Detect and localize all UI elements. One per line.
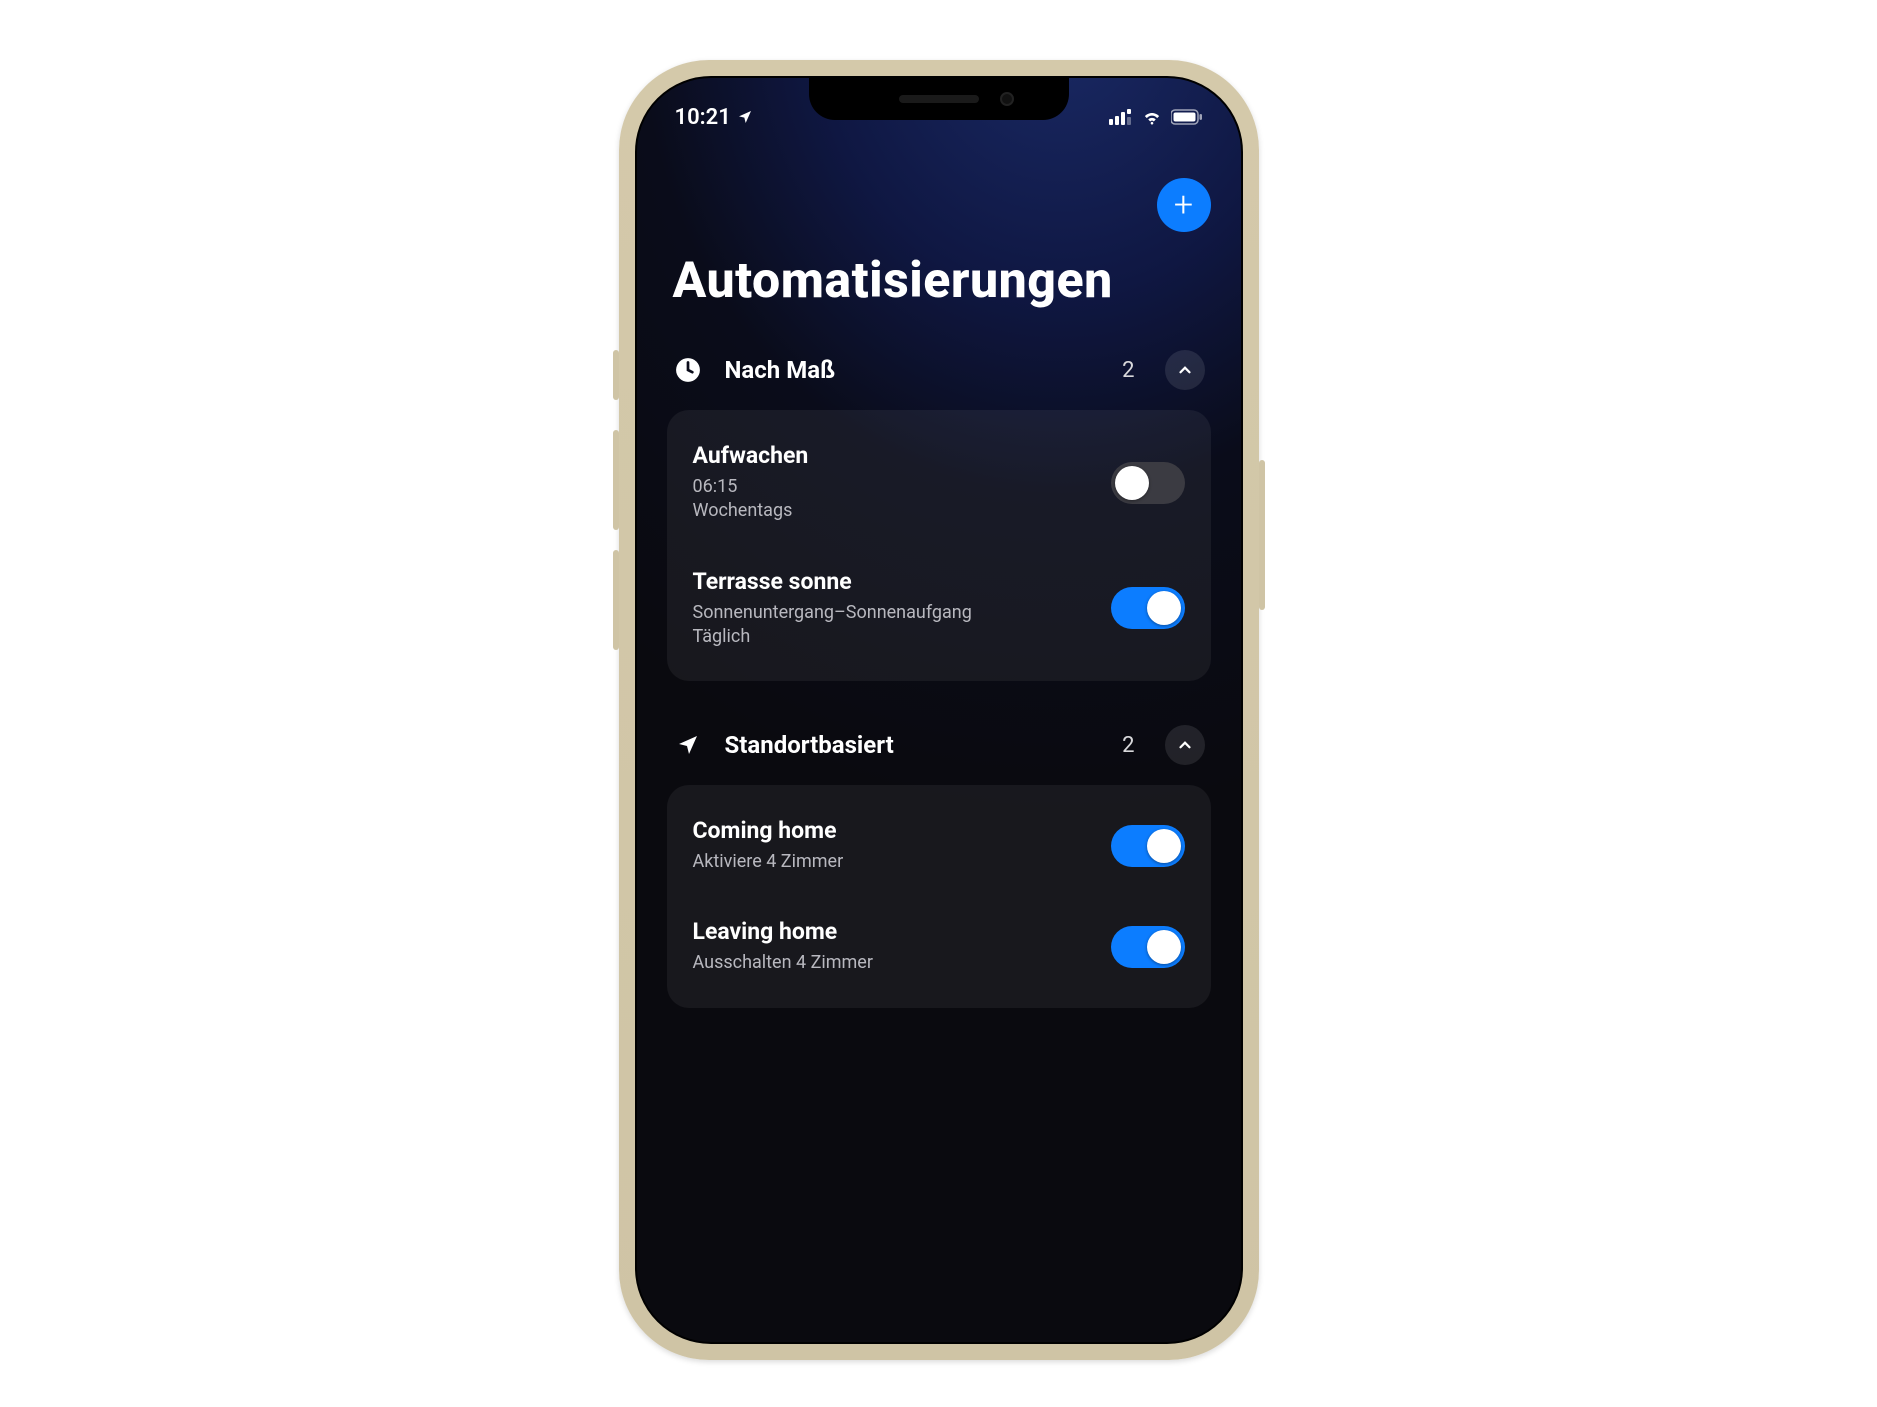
automation-text: Leaving home Ausschalten 4 Zimmer [693, 918, 873, 975]
phone-side-button [613, 350, 619, 400]
section-count: 2 [1122, 733, 1134, 758]
automation-title: Leaving home [693, 918, 873, 945]
automation-title: Coming home [693, 817, 844, 844]
automation-row[interactable]: Leaving home Ausschalten 4 Zimmer [667, 896, 1211, 997]
clock-icon [673, 355, 703, 385]
chevron-up-icon [1176, 736, 1194, 754]
phone-side-button [613, 550, 619, 650]
toggle-knob [1147, 591, 1181, 625]
status-left: 10:21 [675, 105, 753, 130]
location-arrow-icon [737, 109, 753, 125]
automation-row[interactable]: Aufwachen 06:15 Wochentags [667, 420, 1211, 546]
collapse-button[interactable] [1165, 725, 1205, 765]
toggle-knob [1147, 829, 1181, 863]
automation-toggle[interactable] [1111, 825, 1185, 867]
status-time: 10:21 [675, 105, 731, 130]
cellular-icon [1109, 109, 1133, 125]
automation-toggle[interactable] [1111, 587, 1185, 629]
section-header-location[interactable]: Standortbasiert 2 [667, 725, 1211, 765]
automation-subtitle: 06:15 Wochentags [693, 475, 809, 524]
automation-row[interactable]: Coming home Aktiviere 4 Zimmer [667, 795, 1211, 896]
status-bar: 10:21 [637, 78, 1241, 136]
toggle-knob [1147, 930, 1181, 964]
toggle-knob [1115, 466, 1149, 500]
battery-icon [1171, 109, 1203, 125]
automation-toggle[interactable] [1111, 926, 1185, 968]
section-card-scheduled: Aufwachen 06:15 Wochentags Terrasse sonn… [667, 410, 1211, 681]
section-count: 2 [1122, 358, 1134, 383]
phone-side-button [1259, 460, 1265, 610]
automation-subtitle: Ausschalten 4 Zimmer [693, 951, 873, 975]
section-title: Standortbasiert [725, 731, 1101, 759]
navigation-icon [673, 730, 703, 760]
section-card-location: Coming home Aktiviere 4 Zimmer Leaving h… [667, 785, 1211, 1008]
automation-subtitle: Sonnenuntergang–Sonnenaufgang Täglich [693, 601, 972, 650]
automation-text: Aufwachen 06:15 Wochentags [693, 442, 809, 524]
wifi-icon [1141, 109, 1163, 125]
automation-toggle[interactable] [1111, 462, 1185, 504]
chevron-up-icon [1176, 361, 1194, 379]
phone-side-button [613, 430, 619, 530]
section-header-scheduled[interactable]: Nach Maß 2 [667, 350, 1211, 390]
page-title: Automatisierungen [673, 252, 1211, 310]
collapse-button[interactable] [1165, 350, 1205, 390]
automation-title: Aufwachen [693, 442, 809, 469]
section-title: Nach Maß [725, 356, 1101, 384]
phone-screen: 10:21 [635, 76, 1243, 1344]
plus-icon: + [1174, 185, 1193, 225]
header-row: + [667, 178, 1211, 232]
automation-text: Terrasse sonne Sonnenuntergang–Sonnenauf… [693, 568, 972, 650]
content: + Automatisierungen Nach Maß 2 [637, 78, 1241, 1008]
add-button[interactable]: + [1157, 178, 1211, 232]
automation-title: Terrasse sonne [693, 568, 972, 595]
automation-text: Coming home Aktiviere 4 Zimmer [693, 817, 844, 874]
automation-subtitle: Aktiviere 4 Zimmer [693, 850, 844, 874]
automation-row[interactable]: Terrasse sonne Sonnenuntergang–Sonnenauf… [667, 546, 1211, 672]
status-right [1109, 109, 1203, 125]
phone-frame: 10:21 [619, 60, 1259, 1360]
